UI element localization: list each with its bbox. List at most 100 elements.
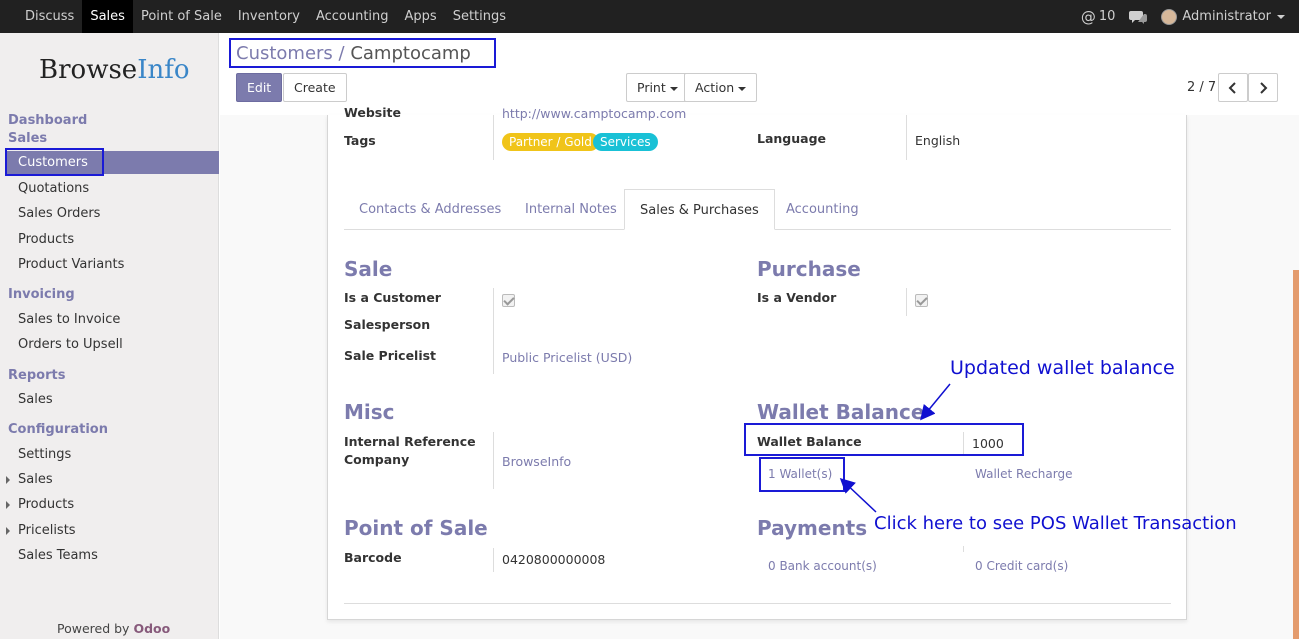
tab-sales-purchases[interactable]: Sales & Purchases [624,189,775,230]
language-value[interactable]: English [915,133,960,148]
is-customer-checkbox[interactable] [502,294,515,307]
section-misc: Misc [344,400,395,424]
highlight-wallets-button [759,457,845,492]
wallet-recharge-button[interactable]: Wallet Recharge [975,467,1072,481]
highlight-breadcrumb [229,38,496,68]
user-name: Administrator [1182,9,1271,24]
print-dropdown[interactable]: Print [626,73,689,102]
tag-partner-gold[interactable]: Partner / Gold [502,133,599,151]
divider [906,115,907,160]
divider [906,288,907,316]
section-purchase: Purchase [757,257,861,281]
divider [493,288,494,374]
tag-services[interactable]: Services [593,133,658,151]
sidebar-item-reports-sales[interactable]: Sales [5,388,219,411]
sidebar-item-sales-teams[interactable]: Sales Teams [5,544,219,567]
notebook-tabs: Contacts & Addresses Internal Notes Sale… [344,189,1171,230]
menu-sales[interactable]: Sales [82,0,133,33]
sidebar-item-settings[interactable]: Settings [5,443,219,466]
menu-apps[interactable]: Apps [397,0,445,33]
top-navbar: Discuss Sales Point of Sale Inventory Ac… [0,0,1299,33]
menu-discuss[interactable]: Discuss [17,0,82,33]
chat-button[interactable] [1129,10,1148,24]
sidebar-heading-configuration: Configuration [8,422,108,437]
sidebar-heading-invoicing: Invoicing [8,287,75,302]
barcode-label: Barcode [344,550,402,565]
bank-accounts-button[interactable]: 0 Bank account(s) [768,559,877,573]
company-link[interactable]: BrowseInfo [502,454,571,469]
notifications-button[interactable]: @ 10 [1081,8,1116,26]
website-row-clip: Website http://www.camptocamp.com [327,105,1187,122]
section-wallet-balance: Wallet Balance [757,400,925,424]
divider [344,603,1171,604]
is-customer-label: Is a Customer [344,290,441,305]
menu-accounting[interactable]: Accounting [308,0,397,33]
is-vendor-label: Is a Vendor [757,290,837,305]
sidebar-item-orders-to-upsell[interactable]: Orders to Upsell [5,333,219,356]
company-logo: BrowseInfo [39,55,190,85]
annotation-updated-balance: Updated wallet balance [950,357,1175,379]
section-point-of-sale: Point of Sale [344,516,488,540]
divider [493,432,494,489]
at-icon: @ [1080,7,1096,26]
chevron-down-icon [1277,14,1285,19]
website-link[interactable]: http://www.camptocamp.com [502,106,686,121]
pricelist-link[interactable]: Public Pricelist (USD) [502,350,632,365]
internal-reference-label: Internal Reference [344,434,476,449]
notification-count: 10 [1098,9,1116,24]
sidebar-heading-reports: Reports [8,368,66,383]
app-menu: Discuss Sales Point of Sale Inventory Ac… [0,0,514,33]
caret-right-icon [6,501,10,509]
sidebar-item-sales-orders[interactable]: Sales Orders [5,202,219,225]
sidebar-item-config-pricelists[interactable]: Pricelists [5,519,219,542]
chevron-left-icon [1228,82,1236,94]
menu-settings[interactable]: Settings [445,0,514,33]
divider [493,115,494,160]
avatar [1161,8,1178,25]
company-label: Company [344,452,410,467]
divider [963,546,964,552]
barcode-value[interactable]: 0420800000008 [502,552,605,567]
pager-value: 2 / 7 [1187,80,1217,95]
sidebar-item-products[interactable]: Products [5,228,219,251]
odoo-link[interactable]: Odoo [133,621,170,636]
sidebar-item-config-products[interactable]: Products [5,493,219,516]
divider [493,548,494,572]
website-label: Website [344,105,401,120]
annotation-click-here: Click here to see POS Wallet Transaction [874,513,1237,534]
caret-right-icon [6,527,10,535]
chevron-right-icon [1260,82,1268,94]
highlight-wallet-balance [744,423,1024,456]
pager-next-button[interactable] [1248,73,1278,102]
tab-contacts-addresses[interactable]: Contacts & Addresses [344,189,516,230]
sidebar-item-quotations[interactable]: Quotations [5,177,219,200]
scrollbar[interactable] [1293,270,1299,639]
chat-icon [1129,10,1148,24]
pager-previous-button[interactable] [1218,73,1248,102]
menu-point-of-sale[interactable]: Point of Sale [133,0,230,33]
tab-internal-notes[interactable]: Internal Notes [510,189,632,230]
language-label: Language [757,131,827,146]
tab-accounting[interactable]: Accounting [771,189,874,230]
sidebar-heading-sales: Sales [8,131,48,146]
powered-by: Powered by Odoo [57,621,171,636]
sidebar-item-config-sales[interactable]: Sales [5,468,219,491]
section-sale: Sale [344,257,393,281]
sale-pricelist-label: Sale Pricelist [344,348,437,363]
action-dropdown[interactable]: Action [684,73,758,102]
caret-right-icon [6,476,10,484]
topbar-right: @ 10 Administrator [1081,0,1299,33]
is-vendor-checkbox[interactable] [915,294,928,307]
highlight-customers [5,148,104,176]
sidebar-item-sales-to-invoice[interactable]: Sales to Invoice [5,308,219,331]
sidebar-item-product-variants[interactable]: Product Variants [5,253,219,276]
section-payments: Payments [757,516,868,540]
sidebar: BrowseInfo Dashboard Sales Customers Quo… [0,33,219,639]
credit-cards-button[interactable]: 0 Credit card(s) [975,559,1068,573]
edit-button[interactable]: Edit [236,73,283,102]
user-menu[interactable]: Administrator [1161,8,1285,25]
sidebar-item-dashboard[interactable]: Dashboard [8,113,87,128]
tags-label: Tags [344,133,376,148]
create-button[interactable]: Create [283,73,347,102]
menu-inventory[interactable]: Inventory [230,0,308,33]
